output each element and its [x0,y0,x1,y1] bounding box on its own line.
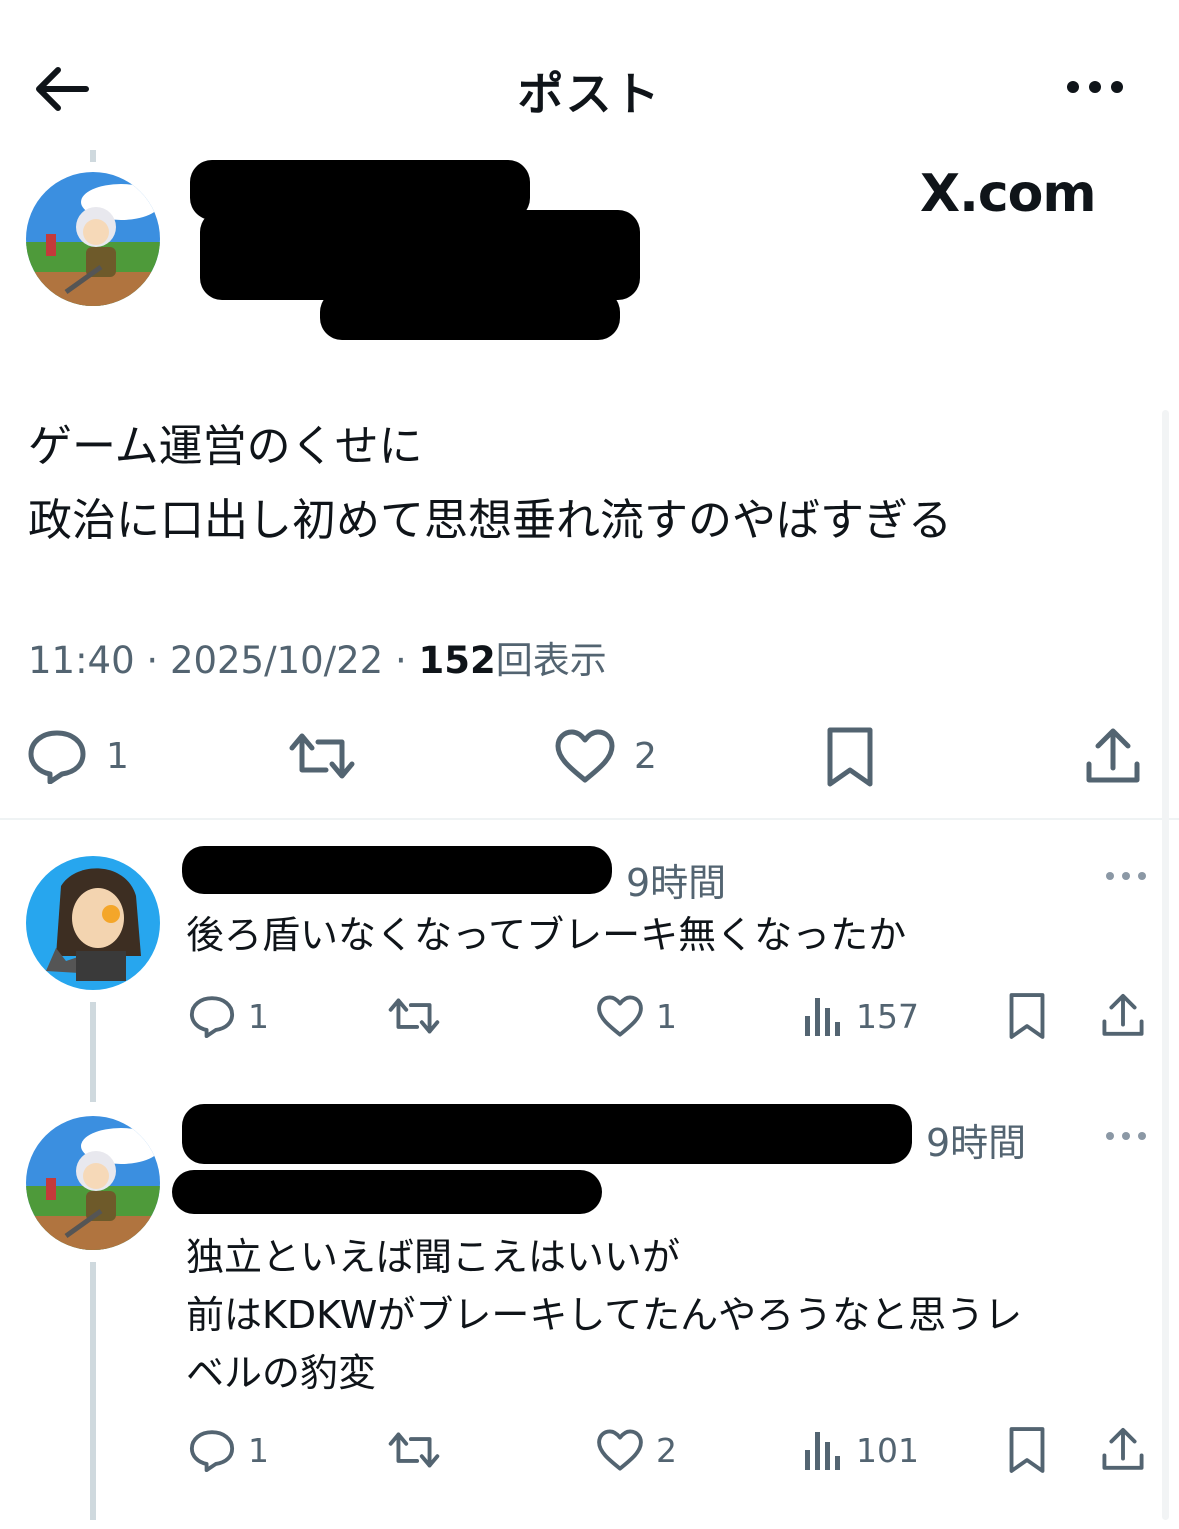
reply-more-button[interactable] [1104,1126,1148,1146]
repost-icon [388,1432,440,1468]
bookmark-icon [1009,1427,1045,1473]
redacted-author-extra [320,290,620,340]
reply-views-button[interactable]: 101 [802,1428,919,1472]
analytics-icon [805,1432,840,1470]
reply-view-count: 157 [856,996,919,1036]
share-icon [1102,993,1144,1036]
repost-icon [289,733,355,779]
reply-icon [189,1430,235,1472]
like-count: 2 [634,735,657,777]
view-label: 回表示 [495,639,607,682]
heart-icon [597,995,643,1037]
reply-reply-count: 1 [248,996,269,1036]
heart-icon [597,1429,643,1471]
reply-avatar[interactable] [26,1116,160,1250]
reply-like-count: 1 [656,996,677,1036]
share-icon [1086,728,1140,783]
reply-button[interactable]: 1 [26,728,129,784]
reply-text-line: 後ろ盾いなくなってブレーキ無くなったか [186,913,907,957]
reply-share-button[interactable] [1100,992,1146,1040]
post-text-line: 政治に口出し初めて思想垂れ流すのやばすぎる [28,495,952,546]
thread-line-top [90,150,96,162]
thread-line [90,1262,96,1520]
analytics-icon [805,998,840,1036]
reply-text: 後ろ盾いなくなってブレーキ無くなったか [186,906,906,964]
page-title: ポスト [517,67,662,121]
more-horizontal-icon [1106,1132,1146,1140]
reply-text-line: 前はKDKWがブレーキしてたんやろうなと思うレ [186,1293,1023,1337]
avatar-illustration [26,1116,160,1250]
post-text: ゲーム運営のくせに 政治に口出し初めて思想垂れ流すのやばすぎる [28,410,952,558]
share-icon [1102,1427,1144,1470]
reply-repost-button[interactable] [386,994,442,1038]
reply-like-count: 2 [656,1430,677,1470]
reply-reply-count: 1 [248,1430,269,1470]
scrollbar[interactable] [1162,410,1169,1520]
reply-like-button[interactable]: 1 [596,994,677,1038]
redacted-reply-name [182,1104,912,1164]
reply-reply-button[interactable]: 1 [188,1428,269,1472]
reply-repost-button[interactable] [386,1428,442,1472]
more-options-button[interactable] [1064,72,1126,102]
post-time: 11:40 [28,639,135,682]
redacted-author-handle [200,210,640,300]
bookmark-icon [1009,993,1045,1039]
reply-bookmark-button[interactable] [1006,1426,1048,1474]
reply-icon [28,730,86,784]
view-count: 152 [418,639,496,682]
bookmark-icon [827,727,873,787]
reply-views-button[interactable]: 157 [802,994,919,1038]
reply-view-count: 101 [856,1430,919,1470]
reply-text-line: ベルの豹変 [186,1351,377,1395]
avatar-illustration [26,856,160,990]
more-horizontal-icon [1067,81,1123,93]
avatar-illustration [26,172,160,306]
bookmark-button[interactable] [824,726,876,788]
reply-bookmark-button[interactable] [1006,992,1048,1040]
reply-count: 1 [106,735,129,777]
reply-reply-button[interactable]: 1 [188,994,269,1038]
repost-icon [388,998,440,1034]
like-button[interactable]: 2 [554,728,657,784]
divider [0,818,1179,820]
post-text-line: ゲーム運営のくせに [28,421,423,472]
thread-line [90,1002,96,1102]
redacted-reply-label [172,1170,602,1214]
post-meta: 11:40 · 2025/10/22 · 152回表示 [28,639,607,682]
reply-share-button[interactable] [1100,1426,1146,1474]
reply-avatar[interactable] [26,856,160,990]
share-button[interactable] [1084,726,1142,788]
reply-time: 9時間 [626,861,727,905]
heart-icon [555,729,615,783]
redacted-reply-name [182,846,612,894]
author-avatar[interactable] [26,172,160,306]
reply-text-line: 独立といえば聞こえはいいが [186,1235,681,1279]
reply-text: 独立といえば聞こえはいいが 前はKDKWがブレーキしてたんやろうなと思うレ ベル… [186,1228,1022,1402]
more-horizontal-icon [1106,872,1146,880]
reply-time: 9時間 [926,1121,1027,1165]
reply-more-button[interactable] [1104,866,1148,886]
post-date: 2025/10/22 [169,639,384,682]
reply-like-button[interactable]: 2 [596,1428,677,1472]
reply-icon [189,996,235,1038]
x-com-watermark: X.com [920,164,1097,224]
repost-button[interactable] [286,728,358,784]
